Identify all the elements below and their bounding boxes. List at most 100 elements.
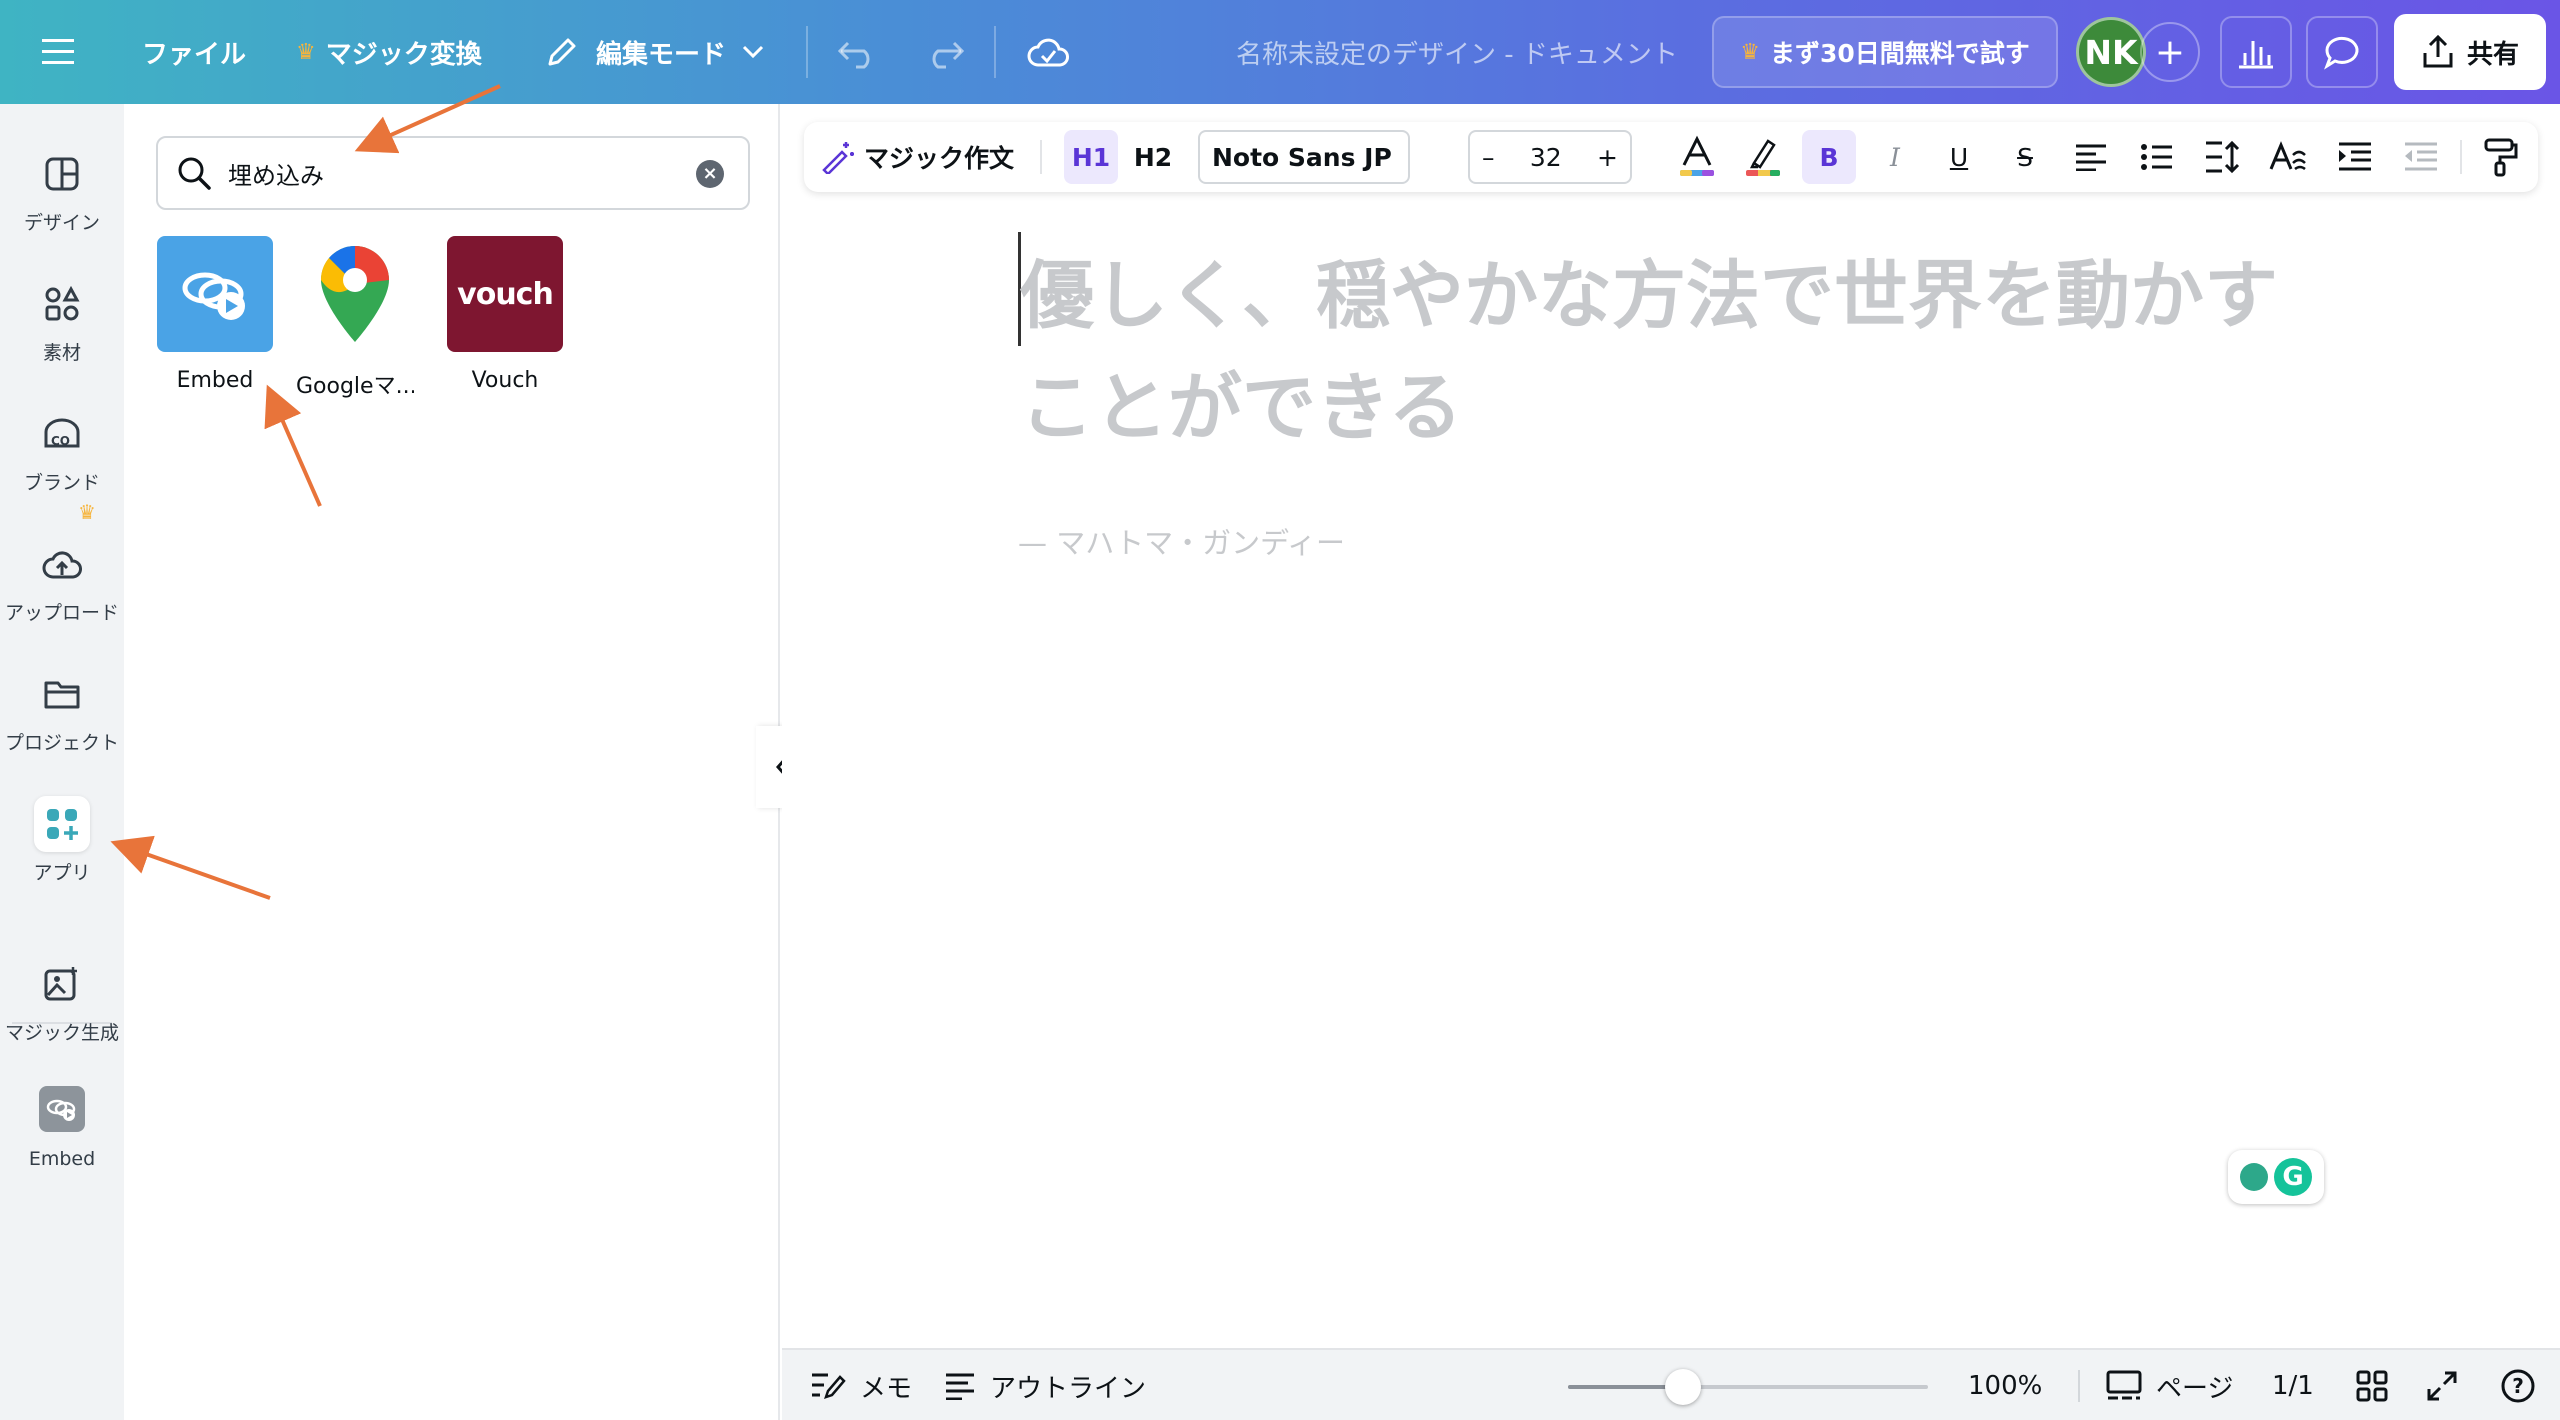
decrease-size-button[interactable]: – [1482, 143, 1495, 172]
grid-icon [2356, 1370, 2388, 1402]
align-left-icon [2076, 144, 2106, 171]
document-title[interactable]: 名称未設定のデザイン - ドキュメント [1236, 0, 1678, 104]
grammarly-widget[interactable]: G [2228, 1150, 2324, 1204]
fullscreen-button[interactable] [2426, 1350, 2458, 1420]
rail-item-brand[interactable]: CO ブランド [0, 406, 124, 495]
left-rail: デザイン 素材 ♛ CO ブランド アップロード プロジェクト アプリ マジック… [0, 104, 124, 1420]
magic-wand-icon [822, 142, 854, 174]
h1-button[interactable]: H1 [1064, 130, 1118, 184]
bar-chart-icon [2239, 41, 2273, 69]
magic-switch-button[interactable]: ♛ マジック変換 [296, 0, 482, 104]
text-effects-icon [2269, 141, 2306, 171]
notes-button[interactable]: メモ [810, 1350, 912, 1420]
cloud-save-button[interactable] [1026, 0, 1070, 104]
invite-button[interactable]: + [2140, 22, 2200, 82]
pages-button[interactable]: ページ [2106, 1350, 2233, 1420]
font-size-stepper[interactable]: – 32 + [1468, 130, 1632, 184]
h2-button[interactable]: H2 [1126, 122, 1180, 192]
font-family-select[interactable]: Noto Sans JP [1198, 130, 1410, 184]
cloud-check-icon [1027, 38, 1069, 67]
apps-icon [34, 796, 90, 852]
divider [1040, 140, 1042, 174]
avatar[interactable]: NK [2076, 17, 2146, 87]
outdent-icon [2405, 142, 2437, 171]
spacing-button[interactable] [2198, 122, 2248, 192]
outline-button[interactable]: アウトライン [944, 1350, 1146, 1420]
grid-view-button[interactable] [2356, 1350, 2388, 1420]
file-menu[interactable]: ファイル [142, 0, 246, 104]
app-tile-vouch[interactable]: vouch Vouch [446, 236, 564, 393]
indent-icon [2339, 142, 2371, 171]
indent-button[interactable] [2330, 122, 2380, 192]
rail-item-apps[interactable]: アプリ [0, 796, 124, 885]
bold-button[interactable]: B [1802, 130, 1856, 184]
bullet-list-icon [2141, 144, 2172, 170]
apps-panel: 埋め込み × Embed Googleマ... vouch Vouch [124, 104, 780, 1420]
plus-icon: + [2154, 31, 2186, 73]
quote-author[interactable]: — マハトマ・ガンディー [1018, 520, 1345, 562]
pages-icon [2106, 1370, 2142, 1400]
svg-text:CO: CO [51, 434, 70, 448]
align-button[interactable] [2066, 122, 2116, 192]
search-input[interactable]: 埋め込み × [156, 136, 750, 210]
embed-app-icon [157, 236, 273, 352]
folder-icon [34, 666, 90, 722]
free-trial-button[interactable]: ♛ まず30日間無料で試す [1712, 16, 2058, 88]
copy-style-button[interactable] [2476, 122, 2526, 192]
highlight-button[interactable] [1738, 122, 1788, 192]
redo-button[interactable] [924, 0, 964, 104]
brand-icon: CO [34, 406, 90, 462]
text-color-icon [1680, 135, 1714, 176]
format-toolbar: マジック作文 H1 H2 Noto Sans JP – 32 + B I U S [804, 122, 2538, 192]
text-effects-button[interactable] [2264, 122, 2314, 192]
zoom-slider[interactable] [1568, 1385, 1928, 1389]
rail-item-magic-media[interactable]: マジック生成 [0, 956, 124, 1045]
magic-write-button[interactable]: マジック作文 [820, 122, 1014, 192]
highlighter-icon [1746, 139, 1780, 176]
rail-item-projects[interactable]: プロジェクト [0, 666, 124, 755]
increase-size-button[interactable]: + [1597, 143, 1618, 172]
help-icon: ? [2501, 1369, 2535, 1403]
crown-icon: ♛ [1740, 39, 1760, 65]
font-size-value[interactable]: 32 [1530, 143, 1562, 172]
google-maps-icon [297, 236, 413, 352]
clear-search-icon[interactable]: × [696, 160, 724, 188]
divider [2078, 1370, 2080, 1402]
underline-button[interactable]: U [1934, 122, 1984, 192]
italic-button[interactable]: I [1870, 122, 1920, 192]
quote-text[interactable]: 優しく、穏やかな方法で世界を動かすことができる [1020, 240, 2280, 464]
expand-icon [2427, 1371, 2457, 1401]
help-button[interactable]: ? [2500, 1350, 2536, 1420]
strikethrough-button[interactable]: S [2000, 122, 2050, 192]
line-spacing-icon [2206, 140, 2240, 174]
redo-icon [932, 41, 964, 69]
hamburger-icon [42, 39, 74, 64]
vouch-icon: vouch [447, 236, 563, 352]
divider [994, 26, 996, 78]
outdent-button[interactable] [2396, 122, 2446, 192]
edit-mode-dropdown[interactable]: 編集モード [544, 0, 764, 104]
rail-item-upload[interactable]: アップロード [0, 536, 124, 625]
text-color-button[interactable] [1672, 122, 1722, 192]
rail-item-embed[interactable]: Embed [0, 1086, 124, 1170]
menu-button[interactable] [42, 0, 78, 104]
zoom-slider-thumb[interactable] [1665, 1369, 1702, 1405]
rail-item-design[interactable]: デザイン [0, 146, 124, 235]
zoom-level[interactable]: 100% [1968, 1350, 2042, 1420]
app-tile-google-maps[interactable]: Googleマ... [296, 236, 414, 400]
insights-button[interactable] [2220, 16, 2292, 88]
grammarly-icon: G [2274, 1158, 2312, 1196]
svg-text:?: ? [2512, 1374, 2524, 1398]
crown-icon: ♛ [78, 500, 96, 524]
list-button[interactable] [2132, 122, 2182, 192]
rail-item-elements[interactable]: 素材 [0, 276, 124, 365]
share-button[interactable]: 共有 [2394, 14, 2546, 90]
comment-icon [2324, 36, 2359, 70]
comments-button[interactable] [2306, 16, 2378, 88]
bottom-bar: メモ アウトライン 100% ページ 1/1 ? [782, 1348, 2560, 1420]
undo-icon [838, 41, 870, 69]
chevron-down-icon [742, 45, 764, 59]
undo-button[interactable] [838, 0, 878, 104]
pencil-icon [548, 38, 576, 66]
app-tile-embed[interactable]: Embed [156, 236, 274, 393]
